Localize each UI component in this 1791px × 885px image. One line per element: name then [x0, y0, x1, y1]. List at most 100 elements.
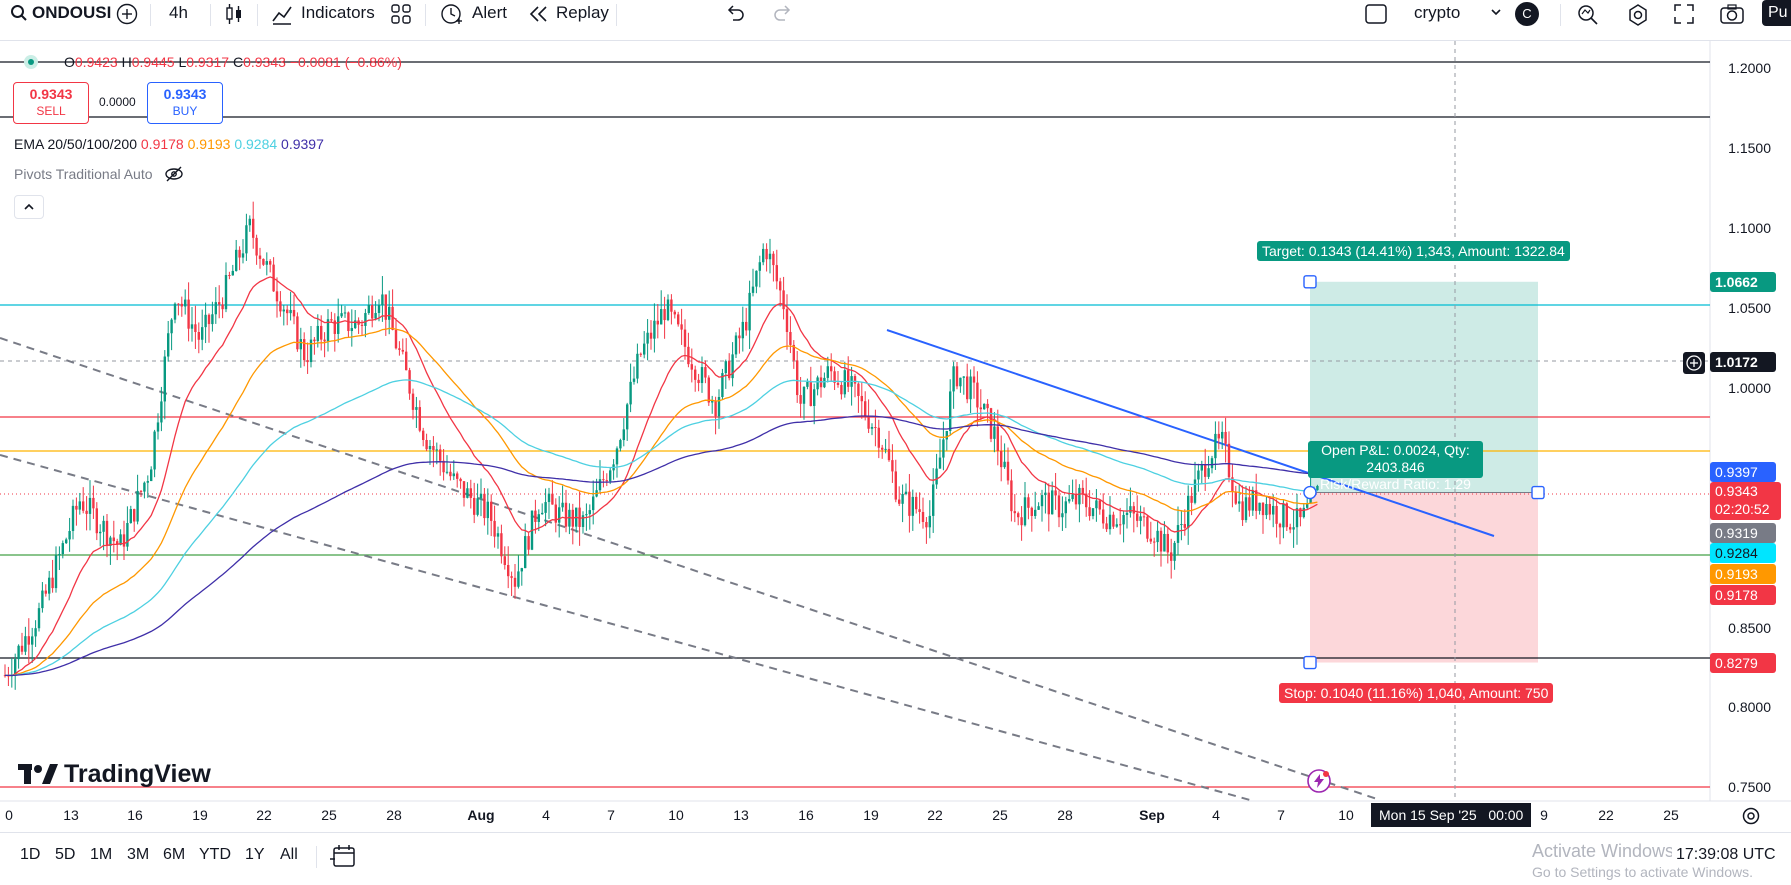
candle-body	[1187, 495, 1190, 528]
candle-body	[1183, 524, 1186, 528]
candle-body	[129, 509, 132, 524]
candle-body	[996, 426, 999, 451]
collapse-legend-button[interactable]	[14, 195, 44, 219]
chevron-down-icon[interactable]	[1489, 5, 1503, 24]
range-6m[interactable]: 6M	[163, 846, 185, 864]
goto-date-icon[interactable]	[330, 844, 356, 873]
ema-legend[interactable]: EMA 20/50/100/200 0.9178 0.9193 0.9284 0…	[14, 136, 324, 152]
candle-body	[639, 353, 642, 355]
candle-body	[734, 335, 738, 355]
range-5d[interactable]: 5D	[55, 846, 75, 864]
candle-body	[1224, 431, 1227, 444]
undo-icon[interactable]	[724, 3, 746, 30]
candle-body	[82, 501, 85, 511]
candle-body	[609, 470, 612, 482]
indicators-button[interactable]: Indicators	[301, 0, 375, 26]
candle-body	[1278, 523, 1282, 528]
layout-avatar[interactable]: C	[1515, 2, 1539, 26]
candle-body	[602, 479, 605, 481]
quick-search-icon[interactable]	[1576, 3, 1600, 30]
candle-body	[1119, 524, 1122, 526]
crosshair-add-icon[interactable]	[1683, 352, 1705, 374]
templates-grid-icon[interactable]	[390, 3, 412, 30]
chart-canvas[interactable]	[0, 41, 1791, 826]
candle-body	[150, 469, 153, 482]
compare-add-icon[interactable]	[116, 3, 138, 30]
candle-body	[1292, 527, 1295, 530]
time-tick: 9	[1540, 807, 1548, 823]
publish-button[interactable]: Pu	[1762, 0, 1791, 26]
candle-body	[170, 319, 173, 334]
ema200-line	[5, 415, 1318, 677]
symbol-search-button[interactable]: ONDOUSI	[32, 0, 111, 26]
layout-checkbox-icon[interactable]	[1364, 3, 1388, 30]
layout-name-button[interactable]: crypto	[1414, 0, 1460, 26]
redo-icon[interactable]	[772, 3, 794, 30]
candle-body	[802, 386, 806, 404]
pivots-legend[interactable]: Pivots Traditional Auto	[14, 166, 184, 185]
high-label: H	[121, 54, 132, 70]
indicators-icon[interactable]	[271, 3, 293, 30]
market-status-dot	[24, 55, 38, 69]
sell-button[interactable]: 0.9343 SELL	[13, 82, 89, 124]
fullscreen-icon[interactable]	[1673, 3, 1695, 30]
candle-body	[449, 471, 452, 477]
candle-body	[928, 515, 931, 528]
interval-button[interactable]: 4h	[169, 0, 188, 26]
utc-clock[interactable]: 17:39:08 UTC	[1672, 846, 1776, 864]
target-label[interactable]: Target: 0.1343 (14.41%) 1,343, Amount: 1…	[1257, 241, 1570, 261]
time-tick: 4	[542, 807, 550, 823]
candle-body	[462, 481, 466, 498]
candle-body	[1268, 503, 1271, 515]
lightning-alert-icon[interactable]	[1306, 768, 1332, 799]
candle-body	[1255, 490, 1258, 511]
candle-body	[1299, 508, 1302, 518]
stop-label[interactable]: Stop: 0.1040 (11.16%) 1,040, Amount: 750	[1279, 683, 1554, 703]
camera-snapshot-icon[interactable]	[1719, 3, 1745, 30]
replay-rewind-icon[interactable]	[528, 3, 550, 30]
eye-hidden-icon[interactable]	[164, 166, 184, 185]
candle-body	[330, 319, 333, 321]
range-ytd[interactable]: YTD	[199, 846, 231, 864]
ema50-price-tag: 0.9193	[1710, 564, 1776, 584]
chart-settings-icon[interactable]	[1741, 806, 1761, 831]
candle-body	[439, 449, 442, 461]
candle-body	[1013, 511, 1016, 514]
candles-chart-type-icon[interactable]	[224, 3, 244, 30]
change-value: −0.0081 (−0.86%)	[289, 54, 402, 70]
alert-button[interactable]: Alert	[472, 0, 507, 26]
candle-body	[1051, 490, 1054, 515]
candle-body	[1221, 431, 1224, 439]
chart-area[interactable]	[0, 41, 1791, 826]
candle-body	[1020, 517, 1023, 526]
candle-body	[1153, 541, 1156, 543]
buy-button[interactable]: 0.9343 BUY	[147, 82, 223, 124]
candle-body	[558, 507, 561, 523]
toolbar-divider	[257, 4, 258, 26]
settings-gear-icon[interactable]	[1626, 3, 1650, 32]
pnl-text: Open P&L: 0.0024, Qty: 2403.846	[1321, 442, 1470, 475]
candle-body	[68, 531, 71, 540]
range-1m[interactable]: 1M	[90, 846, 112, 864]
candle-body	[1003, 461, 1006, 468]
candle-body	[796, 360, 799, 396]
candle-body	[1037, 506, 1040, 510]
alert-clock-icon[interactable]	[440, 3, 464, 30]
candle-body	[1227, 443, 1231, 478]
low-value: 0.9317	[186, 54, 230, 70]
candle-body	[1091, 508, 1095, 517]
candle-body	[745, 321, 748, 331]
range-3m[interactable]: 3M	[127, 846, 149, 864]
candle-body	[830, 366, 833, 372]
range-1y[interactable]: 1Y	[245, 846, 265, 864]
search-icon[interactable]	[10, 4, 28, 27]
replay-button[interactable]: Replay	[556, 0, 609, 26]
pnl-label[interactable]: Open P&L: 0.0024, Qty: 2403.846 Risk/Rew…	[1308, 441, 1483, 492]
candle-body	[517, 571, 520, 587]
candle-body	[156, 422, 160, 432]
candle-body	[153, 431, 156, 470]
candle-body	[466, 488, 469, 498]
range-1d[interactable]: 1D	[20, 846, 40, 864]
price-tick: 1.0000	[1728, 380, 1771, 396]
range-all[interactable]: All	[280, 846, 298, 864]
